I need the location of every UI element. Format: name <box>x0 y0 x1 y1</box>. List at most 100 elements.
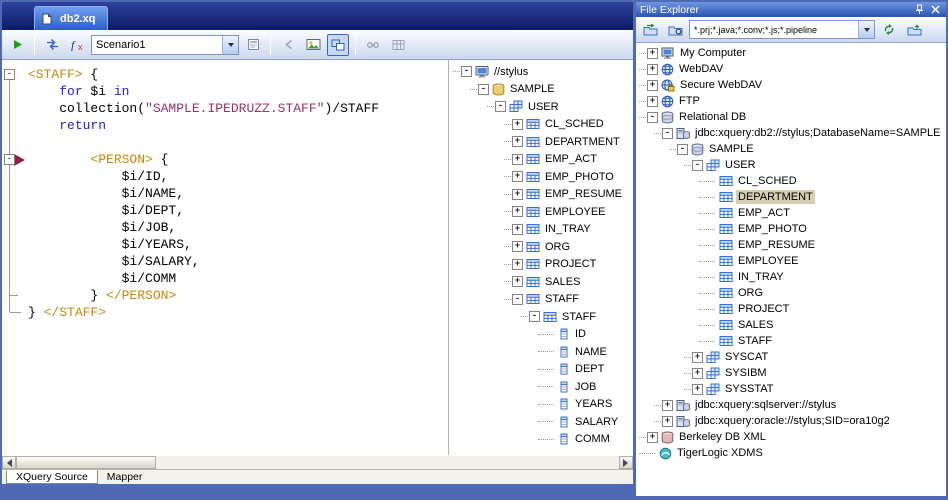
tree-item-jdbc-xquery-oracle-stylus-sid-ora10g2[interactable]: + jdbc:xquery:oracle://stylus;SID=ora10g2 <box>636 413 946 429</box>
tree-item-staff[interactable]: STAFF <box>636 333 946 349</box>
collapse-toggle[interactable]: - <box>478 83 489 95</box>
tree-item-user[interactable]: - USER <box>636 157 946 173</box>
collapse-toggle[interactable]: - <box>495 101 506 113</box>
tree-item-dept[interactable]: DEPT <box>450 361 633 379</box>
expand-toggle[interactable]: + <box>512 188 523 200</box>
expand-toggle[interactable]: + <box>647 47 658 59</box>
tree-item-jdbc-xquery-sqlserver-stylus[interactable]: + jdbc:xquery:sqlserver://stylus <box>636 397 946 413</box>
tree-item-id[interactable]: ID <box>450 326 633 344</box>
exchange-button[interactable] <box>41 34 63 56</box>
file-filter-select[interactable]: *.prj;*.java;*.conv;*.js;*.pipeline <box>689 20 875 39</box>
collapse-toggle[interactable]: - <box>677 143 688 155</box>
tree-item-sysstat[interactable]: + SYSSTAT <box>636 381 946 397</box>
tree-item-org[interactable]: ORG <box>636 285 946 301</box>
fold-toggle[interactable]: - <box>4 69 15 80</box>
xquery-code-pane[interactable]: - - <STAFF> { for $i in collection("SAMP… <box>2 60 449 455</box>
scroll-right-button[interactable] <box>619 456 633 469</box>
tree-item-syscat[interactable]: + SYSCAT <box>636 349 946 365</box>
collapse-toggle[interactable]: - <box>461 66 472 78</box>
tree-item-job[interactable]: JOB <box>450 378 633 396</box>
horizontal-scrollbar[interactable] <box>2 455 633 469</box>
tree-item-department[interactable]: DEPARTMENT <box>636 189 946 205</box>
fold-toggle[interactable]: - <box>4 154 15 165</box>
tree-item-employee[interactable]: EMPLOYEE <box>636 253 946 269</box>
up-folder-button[interactable] <box>903 19 925 41</box>
tree-item-user[interactable]: - USER <box>450 98 633 116</box>
tree-item-sample[interactable]: - SAMPLE <box>636 141 946 157</box>
tree-item-cl-sched[interactable]: CL_SCHED <box>636 173 946 189</box>
collapse-toggle[interactable]: - <box>647 111 658 123</box>
tree-item-my-computer[interactable]: + My Computer <box>636 45 946 61</box>
tree-item-sysibm[interactable]: + SYSIBM <box>636 365 946 381</box>
expand-toggle[interactable]: + <box>692 383 703 395</box>
tree-item-webdav[interactable]: + WebDAV <box>636 61 946 77</box>
tree-item-years[interactable]: YEARS <box>450 396 633 414</box>
tree-item-org[interactable]: + ORG <box>450 238 633 256</box>
tree-item-cl-sched[interactable]: + CL_SCHED <box>450 116 633 134</box>
tree-item-project[interactable]: PROJECT <box>636 301 946 317</box>
tree-item-sample[interactable]: - SAMPLE <box>450 81 633 99</box>
expand-toggle[interactable]: + <box>647 431 658 443</box>
tree-item-relational-db[interactable]: - Relational DB <box>636 109 946 125</box>
scrollbar-thumb[interactable] <box>16 456 156 469</box>
pin-icon[interactable] <box>912 4 926 16</box>
collapse-toggle[interactable]: - <box>692 159 703 171</box>
expand-toggle[interactable]: + <box>512 118 523 130</box>
expand-toggle[interactable]: + <box>692 351 703 363</box>
tab-db2-xq[interactable]: db2.xq <box>34 6 109 30</box>
tab-mapper[interactable]: Mapper <box>98 470 152 484</box>
expand-toggle[interactable]: + <box>512 223 523 235</box>
tree-item-stylus[interactable]: - //stylus <box>450 63 633 81</box>
folder-sync-button[interactable] <box>639 19 661 41</box>
tree-item-emp-resume[interactable]: + EMP_RESUME <box>450 186 633 204</box>
scrollbar-track[interactable] <box>156 456 619 469</box>
collapse-toggle[interactable]: - <box>512 293 523 305</box>
folder-open-button[interactable] <box>664 19 686 41</box>
expand-toggle[interactable]: + <box>662 399 673 411</box>
tree-item-berkeley-db-xml[interactable]: + Berkeley DB XML <box>636 429 946 445</box>
run-button[interactable] <box>6 34 28 56</box>
tree-item-employee[interactable]: + EMPLOYEE <box>450 203 633 221</box>
function-button[interactable]: fx <box>66 34 88 56</box>
tree-item-staff[interactable]: - STAFF <box>450 291 633 309</box>
expand-toggle[interactable]: + <box>512 171 523 183</box>
expand-toggle[interactable]: + <box>512 136 523 148</box>
expand-toggle[interactable]: + <box>512 241 523 253</box>
chevron-down-icon[interactable] <box>222 35 238 54</box>
mapper-button[interactable] <box>327 33 349 56</box>
tree-item-sales[interactable]: SALES <box>636 317 946 333</box>
tree-item-in-tray[interactable]: IN_TRAY <box>636 269 946 285</box>
tree-item-emp-act[interactable]: EMP_ACT <box>636 205 946 221</box>
tree-item-department[interactable]: + DEPARTMENT <box>450 133 633 151</box>
expand-toggle[interactable]: + <box>647 95 658 107</box>
chevron-down-icon[interactable] <box>858 21 874 38</box>
expand-toggle[interactable]: + <box>512 153 523 165</box>
scenario-props-button[interactable] <box>242 34 264 56</box>
tree-item-salary[interactable]: SALARY <box>450 413 633 431</box>
tree-item-emp-resume[interactable]: EMP_RESUME <box>636 237 946 253</box>
tab-xquery-source[interactable]: XQuery Source <box>6 470 98 484</box>
close-icon[interactable] <box>928 4 942 16</box>
preview-button[interactable] <box>302 34 324 56</box>
refresh-button[interactable] <box>878 19 900 41</box>
expand-toggle[interactable]: + <box>647 63 658 75</box>
tree-item-sales[interactable]: + SALES <box>450 273 633 291</box>
expand-toggle[interactable]: + <box>692 367 703 379</box>
tree-item-emp-act[interactable]: + EMP_ACT <box>450 151 633 169</box>
tree-item-jdbc-xquery-db2-stylus-databasename-sample[interactable]: - jdbc:xquery:db2://stylus;DatabaseName=S… <box>636 125 946 141</box>
expand-toggle[interactable]: + <box>647 79 658 91</box>
expand-toggle[interactable]: + <box>512 276 523 288</box>
tree-item-comm[interactable]: COMM <box>450 431 633 449</box>
tree-item-name[interactable]: NAME <box>450 343 633 361</box>
tree-item-tigerlogic-xdms[interactable]: TigerLogic XDMS <box>636 445 946 461</box>
tree-item-project[interactable]: + PROJECT <box>450 256 633 274</box>
collapse-toggle[interactable]: - <box>529 311 540 323</box>
expand-toggle[interactable]: + <box>662 415 673 427</box>
file-explorer-titlebar[interactable]: File Explorer <box>636 2 946 17</box>
tree-item-emp-photo[interactable]: EMP_PHOTO <box>636 221 946 237</box>
tree-item-in-tray[interactable]: + IN_TRAY <box>450 221 633 239</box>
expand-toggle[interactable]: + <box>512 206 523 218</box>
collapse-toggle[interactable]: - <box>662 127 673 139</box>
tree-item-secure-webdav[interactable]: + Secure WebDAV <box>636 77 946 93</box>
tree-item-staff[interactable]: - STAFF <box>450 308 633 326</box>
